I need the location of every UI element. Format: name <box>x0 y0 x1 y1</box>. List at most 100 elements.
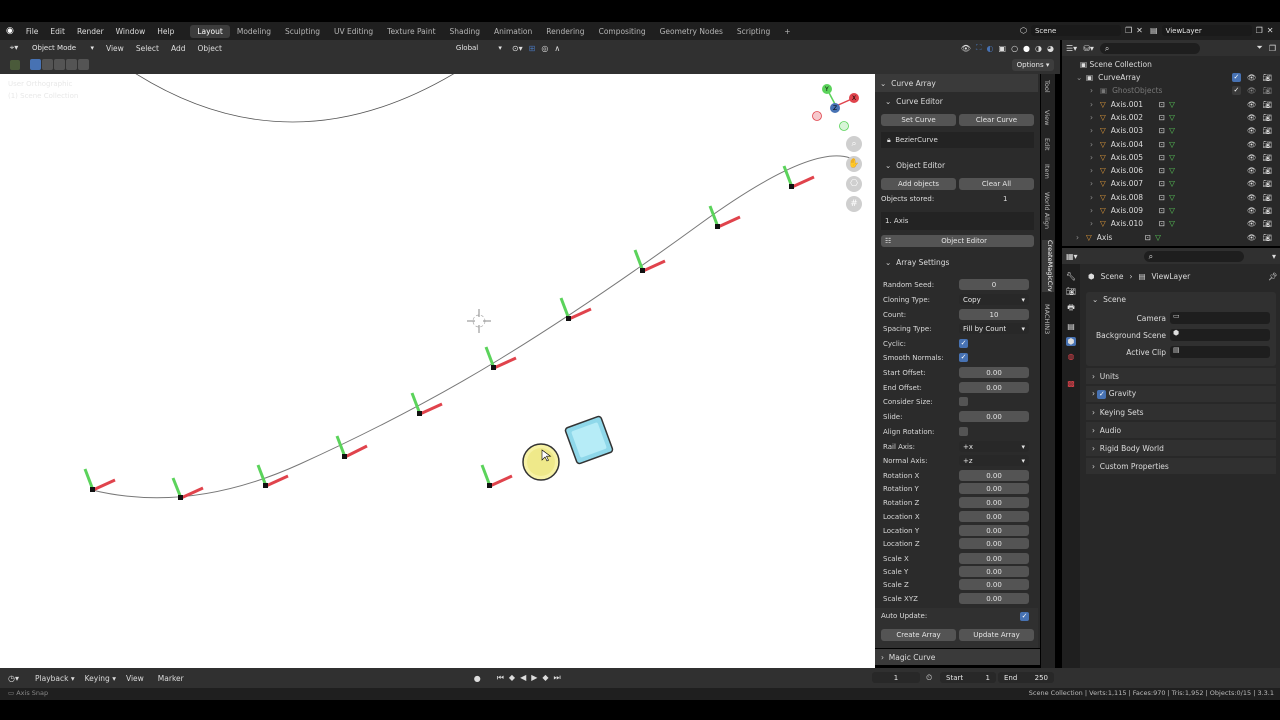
overlay-icon[interactable]: ◐ <box>987 44 994 53</box>
add-objects-button[interactable]: Add objects <box>881 178 956 190</box>
expand-arrow-icon[interactable]: › <box>1090 140 1100 149</box>
scale-x-field[interactable]: 0.00 <box>959 553 1029 564</box>
eye-icon[interactable]: 👁︎ <box>1247 233 1257 242</box>
curve-name-field[interactable]: 🔒︎ BezierCurve <box>881 132 1034 148</box>
expand-arrow-icon[interactable]: › <box>1090 179 1100 188</box>
xray-icon[interactable]: ▣ <box>999 44 1007 53</box>
outliner-row[interactable]: › ▽ Axis.006 ⊡ ▽ 👁︎ 📷︎ <box>1090 164 1272 177</box>
outliner-editor-icon[interactable]: ☰▾ <box>1066 44 1077 53</box>
outliner-row[interactable]: › ▽ Axis.009 ⊡ ▽ 👁︎ 📷︎ <box>1090 204 1272 217</box>
preview-range-icon[interactable]: ⏲ <box>926 673 932 683</box>
active-clip-field[interactable]: ▤ <box>1170 346 1270 358</box>
curve-editor-header[interactable]: ⌄ Curve Editor <box>879 94 1036 108</box>
render-tab-icon[interactable]: 📷︎ <box>1066 287 1076 296</box>
menu-window[interactable]: Window <box>110 27 152 36</box>
object-mode-dropdown[interactable]: Object Mode ▾ <box>28 42 98 54</box>
outliner-search-input[interactable]: ⌕ <box>1099 42 1200 54</box>
camera-render-icon[interactable]: 📷︎ <box>1262 113 1272 122</box>
perspective-grid-icon[interactable]: # <box>846 196 862 212</box>
location-x-field[interactable]: 0.00 <box>959 511 1029 522</box>
eye-icon[interactable]: 👁︎ <box>1247 219 1257 228</box>
texture-tab-icon[interactable]: ▩ <box>1067 379 1075 388</box>
pan-hand-icon[interactable]: ✋ <box>846 156 862 172</box>
new-view-layer-icon[interactable]: ❐ <box>1256 26 1263 35</box>
tab-view[interactable]: View <box>1043 110 1051 125</box>
delete-view-layer-icon[interactable]: ✕ <box>1267 26 1274 35</box>
cloning-type-dropdown[interactable]: Copy ▾ <box>959 294 1029 305</box>
random-seed-field[interactable]: 0 <box>959 279 1029 290</box>
select-tool-icon[interactable] <box>10 60 20 70</box>
mesh-triangle-icon[interactable]: ▽ <box>1169 113 1175 122</box>
new-scene-icon[interactable]: ❐ <box>1125 26 1132 35</box>
start-offset-field[interactable]: 0.00 <box>959 367 1029 378</box>
exclude-checkbox[interactable]: ✓ <box>1231 86 1241 96</box>
viewport-menu-add[interactable]: Add <box>171 44 186 53</box>
timeline-menu-view[interactable]: View <box>126 674 144 683</box>
scene-panel-header[interactable]: ⌄ Scene <box>1092 295 1126 304</box>
camera-render-icon[interactable]: 📷︎ <box>1262 86 1272 95</box>
expand-arrow-icon[interactable]: › <box>1090 206 1100 215</box>
normal-axis-dropdown[interactable]: +z ▾ <box>959 455 1029 466</box>
play-icon[interactable]: ▶ <box>531 673 537 683</box>
eye-icon[interactable]: 👁︎ <box>1247 179 1257 188</box>
pivot-icon[interactable]: ⊙▾ <box>512 44 523 53</box>
mesh-data-icon[interactable]: ⊡ <box>1159 179 1165 188</box>
camera-render-icon[interactable]: 📷︎ <box>1262 100 1272 109</box>
properties-options-icon[interactable]: ▾ <box>1272 252 1280 261</box>
pin-icon[interactable]: 📌︎ <box>1268 272 1278 281</box>
expand-arrow-icon[interactable]: › <box>1076 233 1086 242</box>
mesh-triangle-icon[interactable]: ▽ <box>1169 219 1175 228</box>
zoom-icon[interactable]: ⌕ <box>846 136 862 152</box>
mesh-data-icon[interactable]: ⊡ <box>1159 166 1165 175</box>
tab-rendering[interactable]: Rendering <box>539 25 591 38</box>
tab-scripting[interactable]: Scripting <box>730 25 777 38</box>
mesh-triangle-icon[interactable]: ▽ <box>1169 140 1175 149</box>
units-panel-header[interactable]: › Units <box>1086 368 1276 384</box>
blender-logo-icon[interactable]: ◉ <box>0 26 20 36</box>
viewport-menu-select[interactable]: Select <box>136 44 159 53</box>
editor-type-icon[interactable]: ⌖▾ <box>0 43 28 53</box>
wireframe-shading-icon[interactable]: ○ <box>1011 44 1018 53</box>
tab-modeling[interactable]: Modeling <box>230 25 278 38</box>
display-mode-icon[interactable]: ⛁▾ <box>1083 44 1094 53</box>
outliner-row[interactable]: › ▽ Axis ⊡ ▽ 👁︎ 📷︎ <box>1076 231 1272 244</box>
expand-arrow-icon[interactable]: › <box>1090 100 1100 109</box>
camera-render-icon[interactable]: 📷︎ <box>1262 233 1272 242</box>
outliner-row[interactable]: › ▽ Axis.008 ⊡ ▽ 👁︎ 📷︎ <box>1090 191 1272 204</box>
custom-properties-panel-header[interactable]: › Custom Properties <box>1086 458 1276 474</box>
eye-icon[interactable]: 👁︎ <box>1247 153 1257 162</box>
scale-xyz-field[interactable]: 0.00 <box>959 593 1029 604</box>
tab-world-align[interactable]: World Align <box>1043 192 1051 229</box>
properties-editor-icon[interactable]: ▦▾ <box>1066 252 1078 261</box>
outliner-row[interactable]: › ▽ Axis.010 ⊡ ▽ 👁︎ 📷︎ <box>1090 217 1272 230</box>
tab-animation[interactable]: Animation <box>487 25 539 38</box>
viewport-menu-object[interactable]: Object <box>197 44 221 53</box>
scene-selector[interactable]: Scene <box>1030 25 1121 36</box>
camera-render-icon[interactable]: 📷︎ <box>1262 193 1272 202</box>
properties-search-input[interactable]: ⌕ <box>1143 250 1244 262</box>
eye-icon[interactable]: 👁︎ <box>1247 206 1257 215</box>
filter-icon[interactable]: ⏷ <box>1256 43 1262 53</box>
menu-render[interactable]: Render <box>71 27 110 36</box>
mesh-triangle-icon[interactable]: ▽ <box>1169 153 1175 162</box>
menu-file[interactable]: File <box>20 27 45 36</box>
select-invert-icon[interactable] <box>66 59 77 70</box>
expand-arrow-icon[interactable]: › <box>1090 126 1100 135</box>
eye-icon[interactable]: 👁︎ <box>1247 86 1257 95</box>
location-z-field[interactable]: 0.00 <box>959 538 1029 549</box>
menu-edit[interactable]: Edit <box>44 27 71 36</box>
mesh-data-icon[interactable]: ⊡ <box>1159 153 1165 162</box>
gravity-panel-header[interactable]: › ✓ Gravity <box>1086 386 1276 402</box>
orientation-dropdown[interactable]: Global ▾ <box>451 42 506 54</box>
clear-curve-button[interactable]: Clear Curve <box>959 114 1034 126</box>
expand-arrow-icon[interactable]: › <box>1090 219 1100 228</box>
mesh-data-icon[interactable]: ⊡ <box>1159 219 1165 228</box>
camera-view-icon[interactable]: ⎔ <box>846 176 862 192</box>
mesh-data-icon[interactable]: ⊡ <box>1159 113 1165 122</box>
output-tab-icon[interactable]: 🖶︎ <box>1067 302 1075 316</box>
audio-panel-header[interactable]: › Audio <box>1086 422 1276 438</box>
timeline-editor-icon[interactable]: ◷▾ <box>0 674 27 683</box>
outliner-row[interactable]: › ▽ Axis.007 ⊡ ▽ 👁︎ 📷︎ <box>1090 177 1272 190</box>
auto-update-checkbox[interactable]: ✓ <box>1020 612 1029 621</box>
timeline-menu-marker[interactable]: Marker <box>158 674 184 683</box>
